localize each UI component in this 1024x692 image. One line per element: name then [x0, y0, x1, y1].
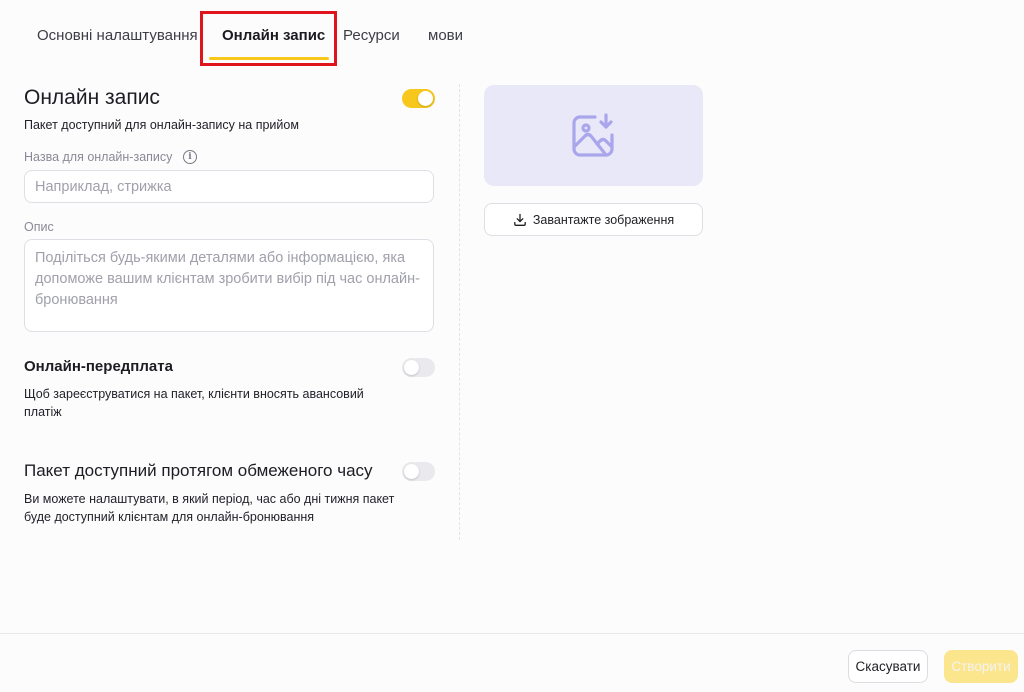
booking-name-label: Назва для онлайн-запису — [24, 150, 173, 164]
online-booking-subtitle: Пакет доступний для онлайн-запису на при… — [24, 118, 299, 132]
create-button[interactable]: Створити — [944, 650, 1018, 683]
limited-time-toggle[interactable] — [402, 462, 435, 481]
prepayment-title: Онлайн-передплата — [24, 358, 173, 375]
description-textarea[interactable] — [24, 239, 434, 332]
tab-highlight-box — [200, 11, 337, 66]
column-divider — [459, 84, 460, 540]
prepayment-toggle[interactable] — [402, 358, 435, 377]
image-placeholder[interactable] — [484, 85, 703, 186]
tab-resources[interactable]: Ресурси — [343, 27, 400, 44]
tab-languages[interactable]: мови — [428, 27, 463, 44]
footer-divider — [0, 633, 1024, 634]
upload-image-label: Завантажте зображення — [532, 212, 675, 227]
upload-image-button[interactable]: Завантажте зображення — [484, 203, 703, 236]
booking-name-input[interactable] — [24, 170, 434, 203]
tab-bar: Основні налаштування Онлайн запис Ресурс… — [0, 0, 1024, 70]
description-label: Опис — [24, 220, 54, 234]
toggle-knob — [404, 464, 419, 479]
prepayment-description: Щоб зареєструватися на пакет, клієнти вн… — [24, 387, 364, 419]
toggle-knob — [404, 360, 419, 375]
limited-time-title: Пакет доступний протягом обмеженого часу — [24, 461, 373, 480]
cancel-button[interactable]: Скасувати — [848, 650, 928, 683]
tab-basic-settings[interactable]: Основні налаштування — [37, 27, 198, 44]
info-icon[interactable]: i — [183, 150, 197, 164]
toggle-knob — [418, 91, 433, 106]
online-booking-title: Онлайн запис — [24, 86, 160, 109]
online-booking-toggle[interactable] — [402, 89, 435, 108]
image-download-icon — [572, 113, 614, 157]
limited-time-description: Ви можете налаштувати, в який період, ча… — [24, 492, 395, 524]
download-icon — [514, 213, 526, 226]
